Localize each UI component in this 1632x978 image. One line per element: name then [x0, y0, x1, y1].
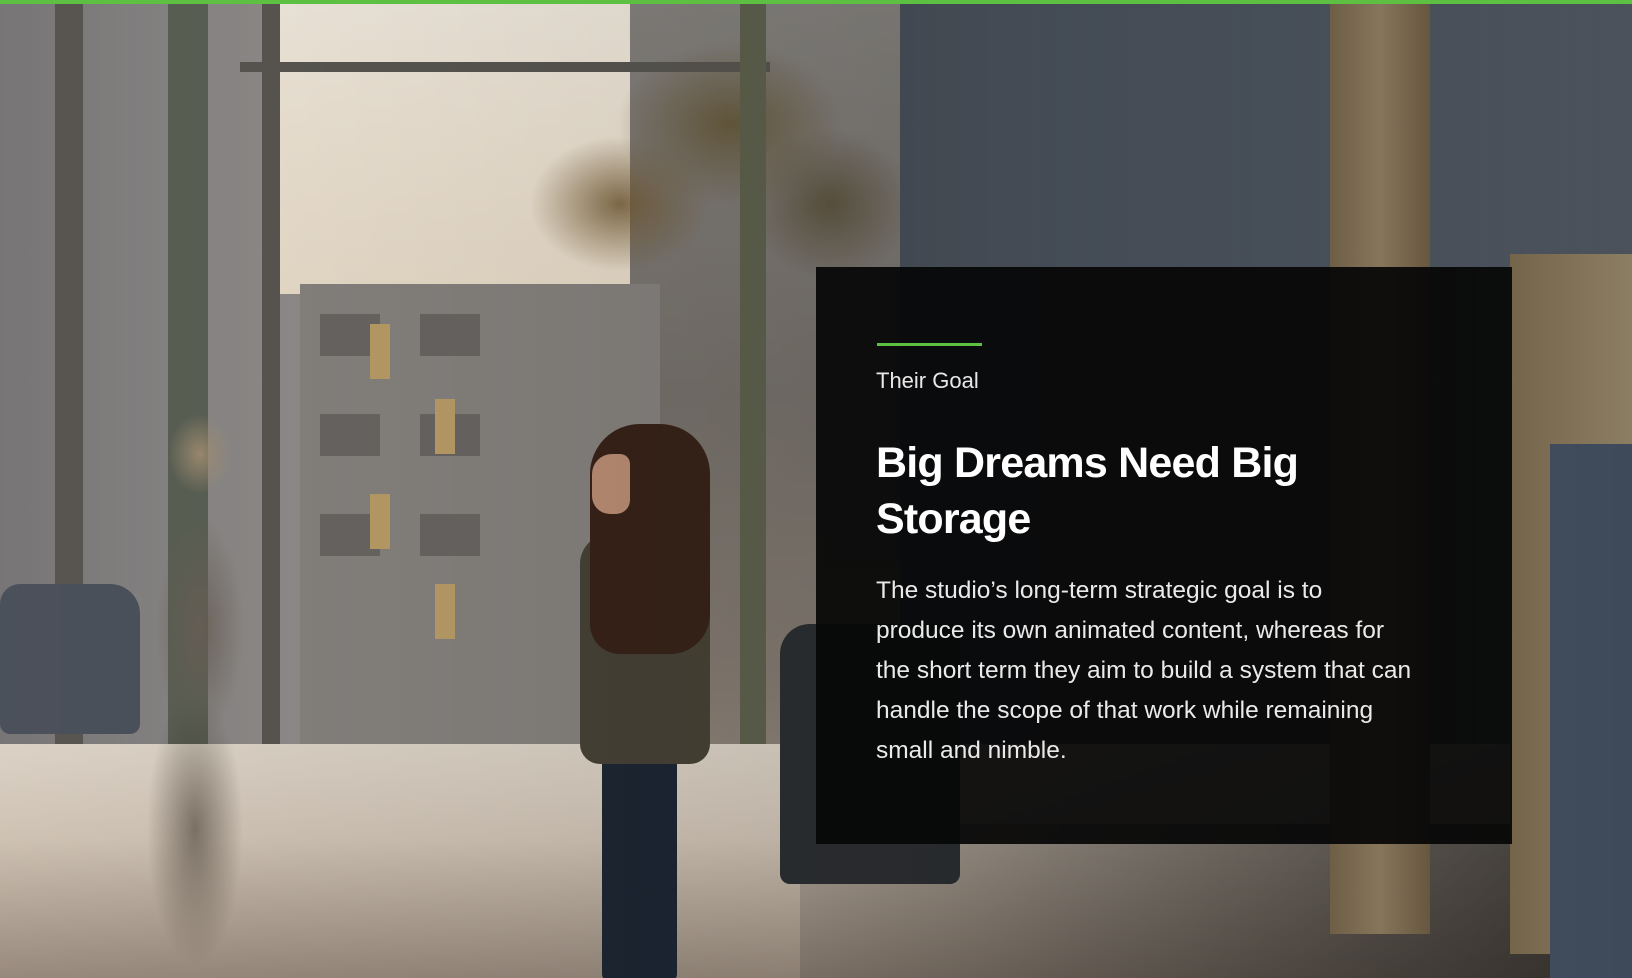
info-panel: Their Goal Big Dreams Need Big Storage T… — [816, 267, 1512, 844]
top-accent-bar — [0, 0, 1632, 4]
section-body: The studio’s long-term strategic goal is… — [876, 577, 1412, 764]
section-headline: Big Dreams Need Big Storage — [876, 439, 1299, 543]
page: Their Goal Big Dreams Need Big Storage T… — [0, 0, 1632, 978]
section-eyebrow: Their Goal — [876, 368, 979, 393]
panel-accent-line — [877, 343, 982, 346]
